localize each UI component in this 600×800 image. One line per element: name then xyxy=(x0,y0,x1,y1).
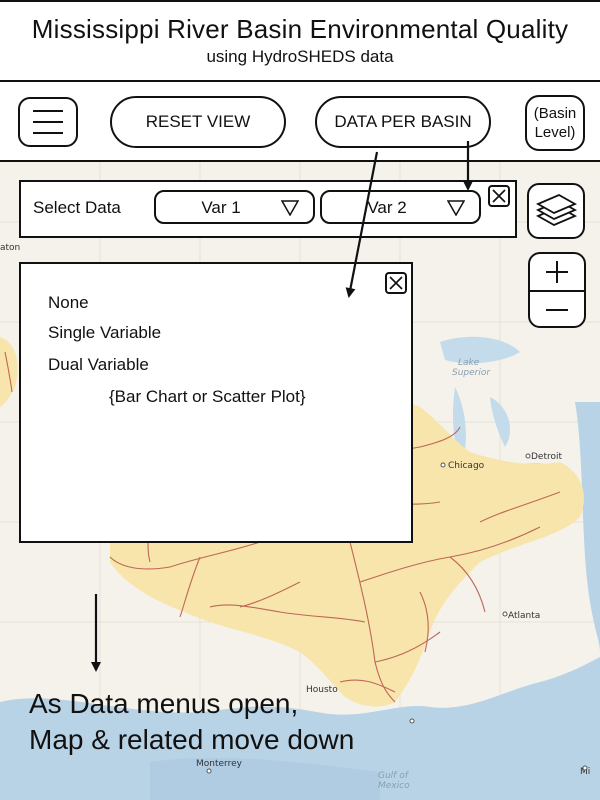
map-label-detroit: Detroit xyxy=(531,452,563,462)
map-label-gulf: Gulf of Mexico xyxy=(378,771,411,791)
data-per-basin-button[interactable]: DATA PER BASIN xyxy=(315,96,491,148)
select-data-bar: Select Data Var 1 Var 2 xyxy=(19,180,517,238)
annotation-note: As Data menus open, Map & related move d… xyxy=(29,686,354,758)
basin-level-button[interactable]: (Basin Level) xyxy=(525,95,585,151)
app-subtitle: using HydroSHEDS data xyxy=(206,47,394,66)
layers-button[interactable] xyxy=(527,183,585,239)
map-label-gulf-line1: Gulf of xyxy=(378,771,410,781)
zoom-control xyxy=(528,252,586,328)
select-data-label: Select Data xyxy=(33,198,121,217)
annotation-line-2: Map & related move down xyxy=(29,724,355,755)
dual-variable-note: {Bar Chart or Scatter Plot} xyxy=(109,387,306,406)
reset-view-button[interactable]: RESET VIEW xyxy=(110,96,286,148)
var1-dropdown-label: Var 1 xyxy=(201,198,241,217)
map-label-atlanta: Atlanta xyxy=(508,611,540,621)
annotation-line-1: As Data menus open, xyxy=(29,688,299,719)
option-dual-variable[interactable]: Dual Variable xyxy=(48,355,149,375)
layers-icon xyxy=(535,193,578,227)
close-icon xyxy=(389,276,403,290)
hamburger-menu-icon xyxy=(33,110,63,134)
map-label-lake-line2: Superior xyxy=(452,368,491,378)
map-label-lake-line1: Lake xyxy=(458,358,480,368)
map-label-monterrey: Monterrey xyxy=(196,759,243,769)
menu-button[interactable] xyxy=(18,97,78,147)
map-label-left-edge: aton xyxy=(0,243,20,253)
var2-dropdown[interactable]: Var 2 xyxy=(320,190,481,224)
close-panel-button[interactable] xyxy=(385,272,407,294)
chevron-down-icon xyxy=(281,200,299,216)
chevron-down-icon xyxy=(447,200,465,216)
close-select-bar-button[interactable] xyxy=(488,185,510,207)
plus-icon xyxy=(546,261,568,283)
var2-dropdown-label: Var 2 xyxy=(367,198,407,217)
option-none[interactable]: None xyxy=(48,293,89,313)
data-options-panel: None Single Variable Dual Variable {Bar … xyxy=(19,262,413,543)
map-label-gulf-line2: Mexico xyxy=(378,781,410,791)
option-single-variable[interactable]: Single Variable xyxy=(48,323,161,343)
map-label-chicago: Chicago xyxy=(448,461,485,471)
var1-dropdown[interactable]: Var 1 xyxy=(154,190,315,224)
zoom-in-button[interactable] xyxy=(530,254,584,290)
toolbar: RESET VIEW DATA PER BASIN (Basin Level) xyxy=(0,82,600,162)
zoom-out-button[interactable] xyxy=(530,292,584,326)
minus-icon xyxy=(546,309,568,311)
app-header: Mississippi River Basin Environmental Qu… xyxy=(0,0,600,82)
app-title: Mississippi River Basin Environmental Qu… xyxy=(31,14,569,44)
close-icon xyxy=(492,189,506,203)
